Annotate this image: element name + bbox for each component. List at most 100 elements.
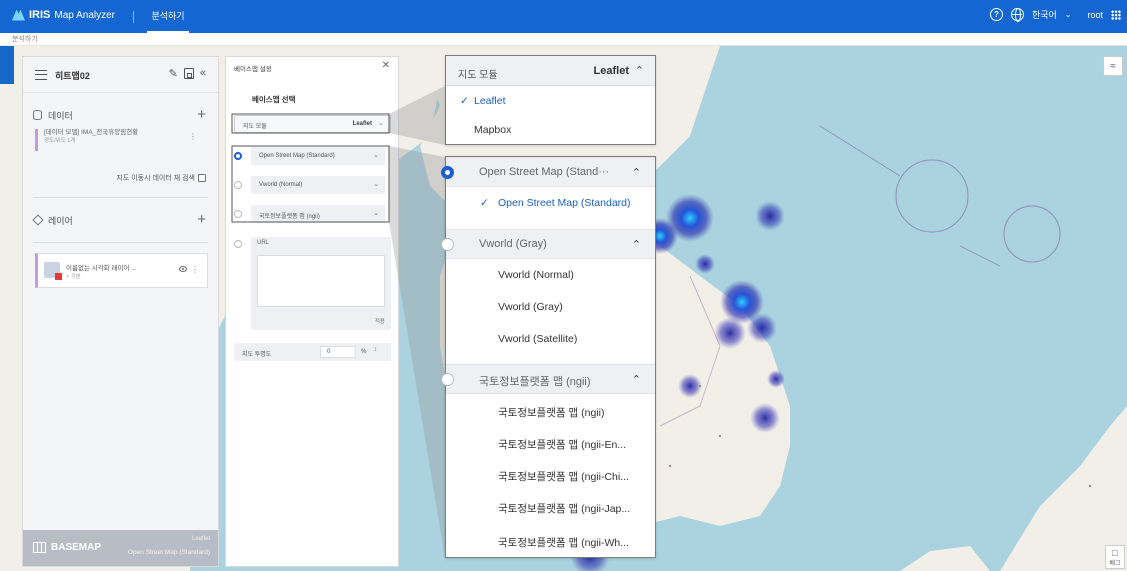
map-option-label: Vworld (Gray)	[498, 301, 563, 313]
app-logo[interactable]: IRIS Map Analyzer	[12, 9, 115, 21]
visibility-icon[interactable]	[179, 266, 187, 272]
close-icon[interactable]: ✕	[382, 60, 390, 71]
group-vworld[interactable]: Vworld (Gray) ⌃	[441, 229, 655, 259]
check-icon: ✓	[480, 197, 489, 209]
radio-osm[interactable]	[234, 152, 242, 160]
language-selector[interactable]: 한국어	[1032, 8, 1057, 21]
module-label: 지도 모듈	[458, 70, 498, 81]
search-option[interactable]: 지도 이동시 데이터 재 검색	[116, 173, 206, 183]
radio-vworld[interactable]	[441, 238, 454, 251]
basemap-select-label: 베이스맵 선택	[252, 95, 296, 104]
left-panel: 히트맵02 ✎ « 데이터 + [데이터 모델] IMA_전국휴양림현황 경도/…	[22, 56, 219, 567]
map-option[interactable]: 국토정보플랫폼 맵 (ngii-Jap...	[446, 492, 655, 522]
header-actions: ✎ «	[169, 67, 206, 80]
map-option[interactable]: Vworld (Gray)	[446, 292, 655, 322]
chevron-down-icon: ⌄	[378, 120, 384, 127]
top-navigation-bar: IRIS Map Analyzer 분석하기 ? 한국어 ⌄ root	[0, 0, 1127, 33]
map-option[interactable]: ✓ Open Street Map (Standard)	[446, 188, 655, 218]
chevron-down-icon[interactable]: ⌄	[1065, 10, 1072, 19]
tab-analyze[interactable]: 분석하기	[147, 0, 189, 33]
layers-toggle-icon[interactable]: ≈	[1103, 56, 1123, 76]
vworld-select-value: Vworld (Normal)	[259, 182, 303, 188]
map-mini-control[interactable]: □ 배그	[1105, 545, 1125, 569]
map-option-label: 국토정보플랫폼 맵 (ngii)	[498, 407, 605, 419]
app-grid-icon[interactable]	[1111, 9, 1121, 20]
opacity-input[interactable]: 0	[320, 346, 356, 358]
menu-icon[interactable]	[35, 70, 47, 80]
add-layer-button[interactable]: +	[197, 211, 206, 228]
module-label: 지도 모듈	[243, 124, 267, 130]
help-icon[interactable]: ?	[989, 8, 1003, 21]
data-item[interactable]: [데이터 모델] IMA_전국휴양림현황 경도/위도 1개 ⋮	[35, 129, 205, 151]
edit-icon[interactable]: ✎	[169, 67, 178, 80]
ngii-select-value: 국토정보플랫폼 맵 (ngii)	[259, 214, 320, 220]
module-dropdown-header[interactable]: 지도 모듈 Leaflet ⌃	[446, 56, 655, 86]
opacity-unit: %	[361, 349, 367, 355]
map-option[interactable]: 국토정보플랫폼 맵 (ngii-Chi...	[446, 460, 655, 490]
side-accent	[0, 46, 14, 84]
divider	[33, 197, 208, 198]
map-option[interactable]: Vworld (Normal)	[446, 260, 655, 290]
check-icon: ✓	[460, 95, 469, 107]
map-option[interactable]: 국토정보플랫폼 맵 (ngii)	[446, 396, 655, 426]
module-value: Leaflet	[593, 65, 629, 77]
group-label: 국토정보플랫폼 맵 (ngii)	[479, 376, 591, 388]
collapse-icon[interactable]: «	[200, 67, 206, 80]
more-icon[interactable]: ⋮	[191, 265, 199, 274]
heatmap-layer-icon	[44, 262, 62, 280]
ngii-select[interactable]: 국토정보플랫폼 맵 (ngii) ⌄	[251, 205, 385, 223]
search-checkbox[interactable]	[198, 174, 206, 182]
opacity-label: 지도 투명도	[242, 352, 272, 358]
vworld-select[interactable]: Vworld (Normal) ⌄	[251, 176, 385, 194]
user-name[interactable]: root	[1087, 10, 1103, 20]
divider	[33, 242, 208, 243]
osm-select-value: Open Street Map (Standard)	[259, 153, 335, 159]
basemap-bar[interactable]: BASEMAP Leaflet Open Street Map (Standar…	[23, 530, 218, 566]
divider	[133, 11, 134, 23]
module-option-label: Leaflet	[474, 95, 506, 107]
data-item-name: [데이터 모델] IMA_전국휴양림현황	[44, 129, 139, 136]
basemap-settings-panel: 베이스맵 설정 ✕ 베이스맵 선택 지도 모듈 Leaflet ⌄ Open S…	[225, 56, 399, 567]
group-ngii[interactable]: 국토정보플랫폼 맵 (ngii) ⌃	[441, 364, 655, 394]
chevron-up-icon: ⌃	[631, 239, 641, 251]
module-option-leaflet[interactable]: ✓ Leaflet	[446, 87, 655, 115]
data-item-sub: 경도/위도 1개	[44, 138, 76, 144]
stepper-icon[interactable]: ↕	[374, 347, 377, 353]
map-icon	[33, 542, 46, 553]
layer-card[interactable]: 이름없는 시각화 레이어 ... > 기본 ⋮	[35, 253, 208, 288]
more-icon[interactable]: ⋮	[189, 132, 197, 141]
map-option[interactable]: Vworld (Satellite)	[446, 324, 655, 354]
map-option-label: Vworld (Satellite)	[498, 333, 578, 345]
chevron-up-icon: ⌃	[634, 65, 644, 77]
layers-icon	[32, 214, 44, 226]
mini-control-label: 배그	[1109, 561, 1121, 567]
save-icon[interactable]	[183, 68, 194, 79]
module-option-mapbox[interactable]: Mapbox	[446, 116, 655, 144]
url-label: URL	[257, 240, 270, 246]
zoom-module-dropdown: 지도 모듈 Leaflet ⌃ ✓ Leaflet Mapbox	[445, 55, 656, 145]
radio-ngii[interactable]	[441, 373, 454, 386]
layer-section-header: 레이어 +	[23, 211, 218, 228]
module-select[interactable]: 지도 모듈 Leaflet ⌄	[234, 115, 391, 133]
map-option-label: 국토정보플랫폼 맵 (ngii-Wh...	[498, 537, 629, 549]
radio-url[interactable]	[234, 240, 242, 248]
apply-button[interactable]: 적용	[375, 317, 385, 325]
map-option[interactable]: 국토정보플랫폼 맵 (ngii-Wh...	[446, 526, 655, 556]
map-option[interactable]: 국토정보플랫폼 맵 (ngii-En...	[446, 428, 655, 458]
basemap-label: BASEMAP	[51, 542, 102, 553]
group-label: Vworld (Gray)	[479, 238, 547, 250]
map-option-label: Vworld (Normal)	[498, 269, 574, 281]
module-option-label: Mapbox	[474, 124, 512, 136]
app-name: Map Analyzer	[54, 9, 115, 21]
breadcrumb: 분석하기	[0, 33, 1127, 46]
url-input[interactable]	[257, 255, 385, 307]
radio-vworld[interactable]	[234, 181, 242, 189]
add-data-button[interactable]: +	[197, 106, 206, 123]
radio-osm[interactable]	[441, 166, 454, 179]
radio-ngii[interactable]	[234, 210, 242, 218]
page-title: 히트맵02	[55, 71, 90, 81]
osm-select[interactable]: Open Street Map (Standard) ⌄	[251, 147, 385, 165]
globe-icon[interactable]	[1010, 8, 1024, 22]
url-area: URL 적용	[251, 237, 391, 330]
group-osm[interactable]: Open Street Map (Stand··· ⌃	[441, 157, 655, 187]
